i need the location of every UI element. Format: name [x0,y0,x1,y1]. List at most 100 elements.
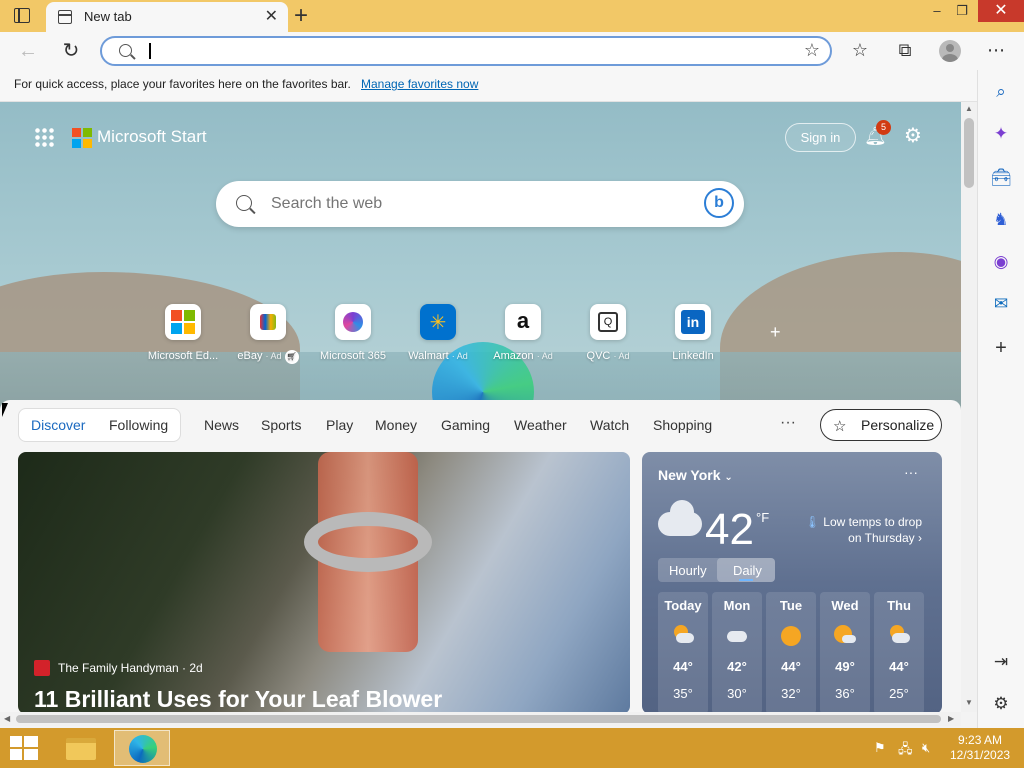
tab-news[interactable]: News [204,417,239,433]
shopping-icon[interactable]: 🧰︎ [989,166,1013,190]
vertical-scroll-thumb[interactable] [964,118,974,188]
app-launcher-icon[interactable] [34,127,54,147]
horizontal-scroll-thumb[interactable] [16,715,941,723]
quick-link-label: Microsoft 365 [319,350,387,362]
sidebar-settings-icon[interactable]: ⚙ [989,692,1013,716]
ad-label: · Ad [536,351,553,361]
tab-new-tab[interactable]: New tab ✕ [46,2,288,32]
favorites-icon[interactable]: ☆ [848,40,872,61]
windows-start-icon[interactable] [10,736,38,760]
address-bar[interactable]: ☆ [100,36,832,66]
forecast-day[interactable]: Today 44° 35° [658,592,708,712]
tab-discover[interactable]: Discover [31,417,85,433]
weather-location[interactable]: New York ⌄ [658,467,733,483]
new-tab-button[interactable]: + [294,2,308,30]
outlook-icon[interactable]: ✉ [989,292,1013,316]
quick-link-tile[interactable]: a Amazon · Ad [481,304,565,362]
quick-link-tile[interactable]: ✳ Walmart · Ad [396,304,480,362]
close-window-button[interactable]: ✕ [978,0,1024,22]
tab-following[interactable]: Following [109,417,168,433]
hourly-tab[interactable]: Hourly [669,563,707,578]
add-sidebar-app-icon[interactable]: + [989,336,1013,360]
tab-shopping[interactable]: Shopping [653,417,712,433]
network-icon[interactable]: 🖧︎ [898,740,913,762]
shopping-cart-icon: 🛒︎ [284,350,299,364]
weather-card[interactable]: New York ⌄ ··· 42 °F 🌡︎ Low temps to dro… [642,452,942,712]
microsoft-logo-icon [72,128,92,148]
scroll-up-icon[interactable]: ▲ [965,104,973,113]
daily-tab[interactable]: Daily [733,563,762,578]
quick-link-tile[interactable]: Microsoft Ed... [141,304,225,362]
tab-weather[interactable]: Weather [514,417,567,433]
quick-link-tile[interactable]: Q QVC · Ad [566,304,650,362]
edge-taskbar-button[interactable] [114,730,170,766]
folder-icon [66,738,96,760]
tab-watch[interactable]: Watch [590,417,629,433]
tab-actions-icon[interactable] [14,8,30,23]
tab-money[interactable]: Money [375,417,417,433]
sign-in-button[interactable]: Sign in [785,123,856,152]
quick-link-tile[interactable]: in LinkedIn [651,304,735,362]
scroll-right-icon[interactable]: ▶ [948,714,954,723]
gear-icon[interactable]: ⚙ [904,123,922,148]
copilot-sparkle-icon[interactable]: ✦ [989,122,1013,146]
forecast-day[interactable]: Wed 49° 36° [820,592,870,712]
publisher-logo-icon [34,660,50,676]
manage-favorites-link[interactable]: Manage favorites now [361,77,478,91]
weather-alert[interactable]: 🌡︎ Low temps to drop on Thursday › [792,514,922,546]
scroll-down-icon[interactable]: ▼ [965,698,973,707]
settings-menu-icon[interactable]: ⋯ [984,40,1008,61]
volume-muted-icon[interactable]: 🔇︎ [922,740,930,756]
refresh-button[interactable]: ↻ [57,38,85,64]
hide-sidebar-icon[interactable]: ⇥ [989,650,1013,674]
personalize-button[interactable]: ☆ Personalize [820,409,942,441]
quick-link-tile[interactable]: eBay · Ad 🛒︎ [226,304,310,364]
favorites-bar: For quick access, place your favorites h… [0,70,1024,102]
brand-name[interactable]: Microsoft Start [97,127,207,147]
notification-badge: 5 [876,120,891,135]
tab-close-icon[interactable]: ✕ [265,6,278,26]
search-icon[interactable]: ⌕ [989,80,1013,104]
quick-link-label: Walmart [408,350,449,362]
bing-chat-icon[interactable]: b [704,188,734,218]
tab-gaming[interactable]: Gaming [441,417,490,433]
file-explorer-taskbar-button[interactable] [54,730,110,766]
quick-link-label: eBay [237,350,263,362]
web-search-input[interactable] [271,193,691,215]
article-title[interactable]: 11 Brilliant Uses for Your Leaf Blower [34,686,442,712]
tab-sports[interactable]: Sports [261,417,301,433]
restore-button[interactable]: ❐ [945,0,979,22]
vertical-scrollbar[interactable]: ▲ ▼ [961,102,977,712]
system-clock[interactable]: 9:23 AM 12/31/2023 [950,733,1010,763]
hero-article-card[interactable]: The Family Handyman · 2d 11 Brilliant Us… [18,452,630,712]
ad-label: · Ad [613,351,630,361]
collections-icon[interactable]: ⧉ [893,40,917,61]
quick-link-tile[interactable]: Microsoft 365 [311,304,395,362]
forecast-day[interactable]: Thu 44° 25° [874,592,924,712]
games-icon[interactable]: ♞ [989,208,1013,232]
add-quick-link-icon[interactable]: + [770,322,781,343]
favorites-bar-message: For quick access, place your favorites h… [14,77,351,91]
back-button[interactable]: ← [14,38,42,64]
action-center-flag-icon[interactable]: ⚑ [874,740,886,756]
profile-avatar[interactable] [939,40,961,62]
cloudy-icon [658,500,702,536]
quick-link-label: Microsoft Ed... [147,350,219,362]
sparkle-icon: ☆ [833,418,847,435]
horizontal-scrollbar[interactable]: ◀ ▶ [0,712,961,726]
forecast-day[interactable]: Tue 44° 32° [766,592,816,712]
tab-play[interactable]: Play [326,417,353,433]
add-favorite-icon[interactable]: ☆ [804,40,820,61]
ad-label: · Ad [265,351,282,361]
web-search-box[interactable]: b [216,181,744,227]
weather-more-icon[interactable]: ··· [904,464,918,480]
more-tabs-button[interactable]: ··· [780,414,796,432]
scroll-left-icon[interactable]: ◀ [4,714,10,723]
address-input[interactable] [154,40,754,62]
browser-toolbar: ← ↻ ☆ ☆ ⧉ ⋯ [0,32,1024,70]
walmart-spark-icon: ✳ [420,304,456,340]
forecast-day[interactable]: Mon 42° 30° [712,592,762,712]
linkedin-icon: in [675,304,711,340]
temperature-unit[interactable]: °F [756,510,769,525]
microsoft-365-icon[interactable]: ◉ [989,250,1013,274]
